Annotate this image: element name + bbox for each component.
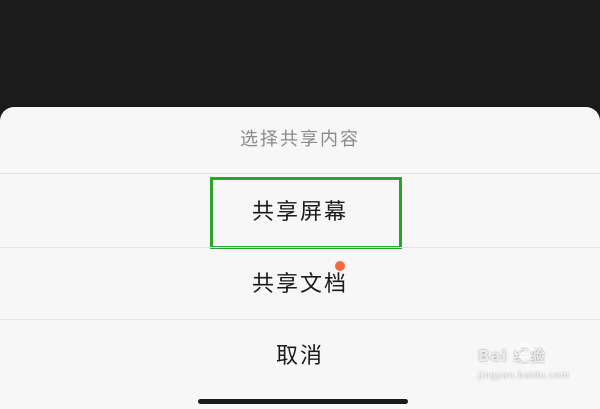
share-screen-option[interactable]: 共享屏幕 bbox=[0, 177, 600, 249]
share-document-option[interactable]: 共享文档 bbox=[0, 249, 600, 321]
baidu-jingyan-watermark: Bai 经验 jingyan.baidu.com bbox=[478, 342, 598, 405]
home-indicator bbox=[198, 399, 408, 404]
watermark-url: jingyan.baidu.com bbox=[478, 371, 570, 381]
divider bbox=[0, 247, 600, 248]
dimmed-backdrop[interactable] bbox=[0, 0, 600, 120]
divider bbox=[0, 319, 600, 320]
paw-icon bbox=[515, 342, 535, 361]
sheet-title: 选择共享内容 bbox=[240, 129, 360, 150]
screen: 选择共享内容 共享屏幕 共享文档 取消 Bai 经验 jingyan.baidu… bbox=[0, 0, 600, 409]
divider bbox=[0, 173, 600, 174]
notification-dot-badge bbox=[335, 261, 345, 271]
